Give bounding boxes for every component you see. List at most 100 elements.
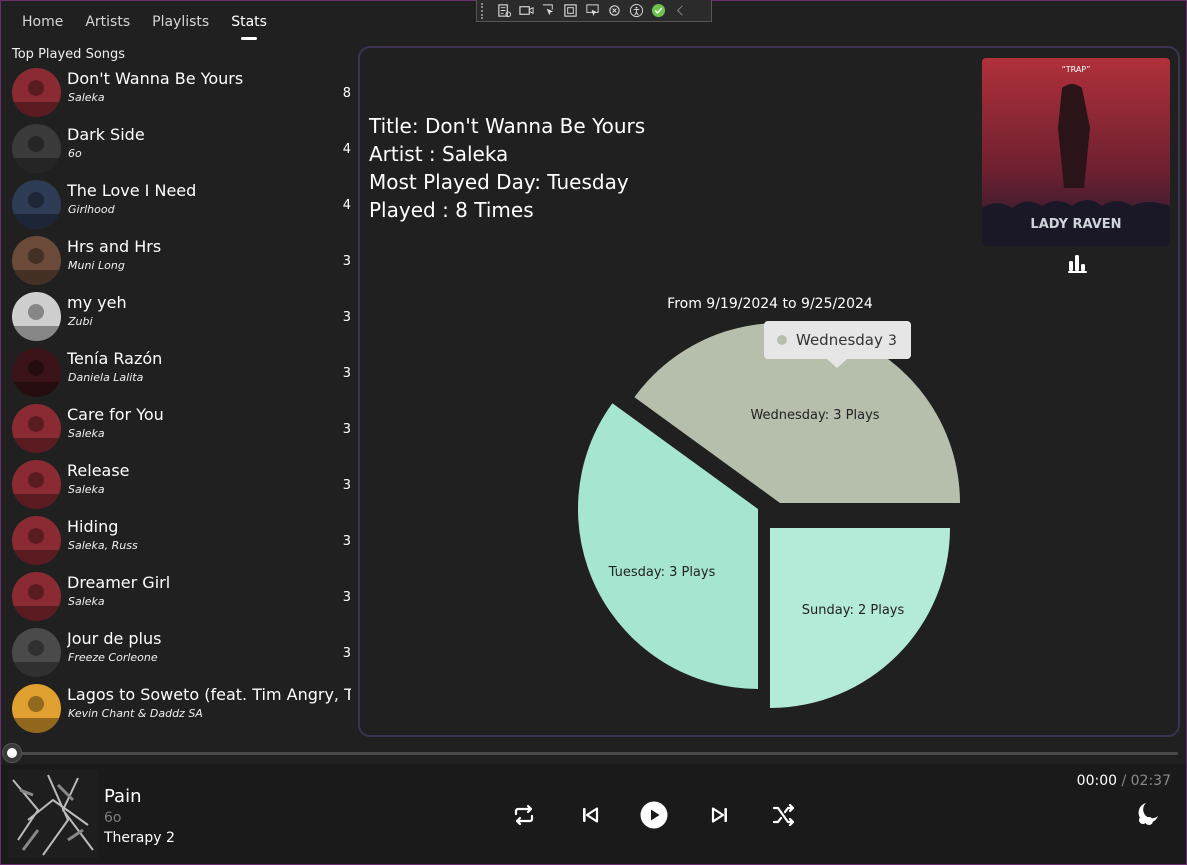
tooltip-name: Wednesday [796, 331, 883, 349]
now-playing-artist: 6o [104, 810, 122, 826]
play-icon [640, 801, 668, 829]
repeat-button[interactable] [509, 800, 539, 830]
seek-thumb[interactable] [2, 743, 22, 763]
song-play-count: 3 [342, 478, 351, 493]
current-time: 00:00 [1076, 773, 1118, 789]
song-row[interactable]: Jour de plus Freeze Corleone 3 [0, 624, 358, 680]
repeat-icon [514, 804, 534, 826]
song-artist: Saleka [68, 483, 105, 496]
song-title: Dreamer Girl [67, 573, 171, 592]
collapse-icon[interactable] [669, 2, 691, 20]
next-button[interactable] [705, 800, 735, 830]
tab-artists[interactable]: Artists [74, 0, 141, 42]
song-artist: Saleka [68, 595, 105, 608]
pie-label-sunday: Sunday: 2 Plays [802, 603, 905, 618]
toolbar-grip[interactable] [481, 2, 487, 19]
song-thumbnail [12, 348, 61, 397]
song-row[interactable]: Release Saleka 3 [0, 456, 358, 512]
song-thumbnail [12, 68, 61, 117]
song-row[interactable]: Don't Wanna Be Yours Saleka 8 [0, 64, 358, 120]
song-artist: Saleka [68, 91, 105, 104]
song-thumbnail [12, 572, 61, 621]
time-separator: / [1117, 773, 1131, 789]
song-row[interactable]: Dreamer Girl Saleka 3 [0, 568, 358, 624]
song-row[interactable]: Tenía Razón Daniela Lalita 3 [0, 344, 358, 400]
previous-button[interactable] [575, 800, 605, 830]
top-nav: Home Artists Playlists Stats [0, 0, 278, 42]
tooltip-value: 3 [888, 333, 897, 349]
song-title: The Love I Need [67, 181, 197, 200]
song-title: Lagos to Soweto (feat. Tim Angry, Tem [67, 685, 351, 704]
select-element-icon[interactable] [537, 2, 559, 20]
now-playing-title: Pain [104, 786, 142, 807]
tab-playlists-label: Playlists [152, 14, 210, 30]
playback-time: 00:00 / 02:37 [1077, 773, 1171, 789]
song-title: Hrs and Hrs [67, 237, 162, 256]
active-tab-indicator [241, 37, 258, 40]
pie-slice-sunday[interactable] [770, 528, 950, 708]
live-tree-icon[interactable] [493, 2, 515, 20]
song-play-count: 4 [342, 142, 351, 157]
song-artist: Kevin Chant & Daddz SA [68, 707, 203, 720]
song-row[interactable]: Hiding Saleka, Russ 3 [0, 512, 358, 568]
song-thumbnail [12, 460, 61, 509]
song-artist: Daniela Lalita [68, 371, 144, 384]
song-row[interactable]: my yeh Zubi 3 [0, 288, 358, 344]
song-row[interactable]: Care for You Saleka 3 [0, 400, 358, 456]
song-thumbnail [12, 292, 61, 341]
song-artist: 6o [68, 147, 82, 160]
shuffle-icon [772, 804, 795, 826]
song-title: Dark Side [67, 125, 145, 144]
record-icon[interactable] [515, 2, 537, 20]
song-title: Don't Wanna Be Yours [67, 69, 244, 88]
pie-label-tuesday: Tuesday: 3 Plays [608, 565, 716, 580]
debug-toolbar [476, 0, 712, 22]
seek-track[interactable] [10, 752, 1178, 755]
song-title: my yeh [67, 293, 127, 312]
song-thumbnail [12, 404, 61, 453]
top-songs-heading: Top Played Songs [12, 47, 126, 62]
plays-pie-chart[interactable]: From 9/19/2024 to 9/25/2024 Wednesday: 3… [360, 48, 1182, 739]
song-play-count: 3 [342, 366, 351, 381]
song-thumbnail [12, 628, 61, 677]
check-icon[interactable] [647, 2, 669, 20]
total-time: 02:37 [1130, 773, 1171, 789]
top-songs-list[interactable]: Don't Wanna Be Yours Saleka 8 Dark Side 6o 4 T… [0, 64, 358, 736]
song-row[interactable]: Lagos to Soweto (feat. Tim Angry, Tem Kev… [0, 680, 358, 736]
next-icon [711, 807, 727, 823]
tab-stats[interactable]: Stats [220, 0, 278, 42]
hot-reload-icon[interactable] [603, 2, 625, 20]
song-artist: Saleka, Russ [68, 539, 138, 552]
accessibility-icon[interactable] [625, 2, 647, 20]
song-title: Tenía Razón [67, 349, 163, 368]
song-play-count: 3 [342, 310, 351, 325]
song-row[interactable]: Dark Side 6o 4 [0, 120, 358, 176]
stats-panel: Title: Don't Wanna Be Yours Artist : Sal… [358, 46, 1180, 737]
song-thumbnail [12, 124, 61, 173]
tab-home-label: Home [22, 14, 64, 30]
tab-playlists[interactable]: Playlists [141, 0, 220, 42]
theme-toggle-button[interactable] [1133, 800, 1161, 828]
track-focus-icon[interactable] [581, 2, 603, 20]
song-play-count: 3 [342, 422, 351, 437]
tab-home[interactable]: Home [0, 0, 74, 42]
chart-title: From 9/19/2024 to 9/25/2024 [667, 296, 873, 312]
song-artist: Muni Long [68, 259, 125, 272]
song-title: Care for You [67, 405, 164, 424]
display-layout-icon[interactable] [559, 2, 581, 20]
song-title: Hiding [67, 517, 119, 536]
song-thumbnail [12, 180, 61, 229]
tab-stats-label: Stats [231, 14, 267, 30]
moon-icon [1138, 803, 1158, 825]
song-play-count: 3 [342, 590, 351, 605]
tooltip-dot [777, 335, 787, 345]
song-row[interactable]: Hrs and Hrs Muni Long 3 [0, 232, 358, 288]
tab-artists-label: Artists [85, 14, 131, 30]
shuffle-button[interactable] [769, 800, 799, 830]
play-button[interactable] [637, 798, 671, 832]
song-thumbnail [12, 684, 61, 733]
song-play-count: 3 [342, 254, 351, 269]
song-title: Jour de plus [67, 629, 162, 648]
song-play-count: 8 [342, 86, 351, 101]
song-row[interactable]: The Love I Need Girlhood 4 [0, 176, 358, 232]
